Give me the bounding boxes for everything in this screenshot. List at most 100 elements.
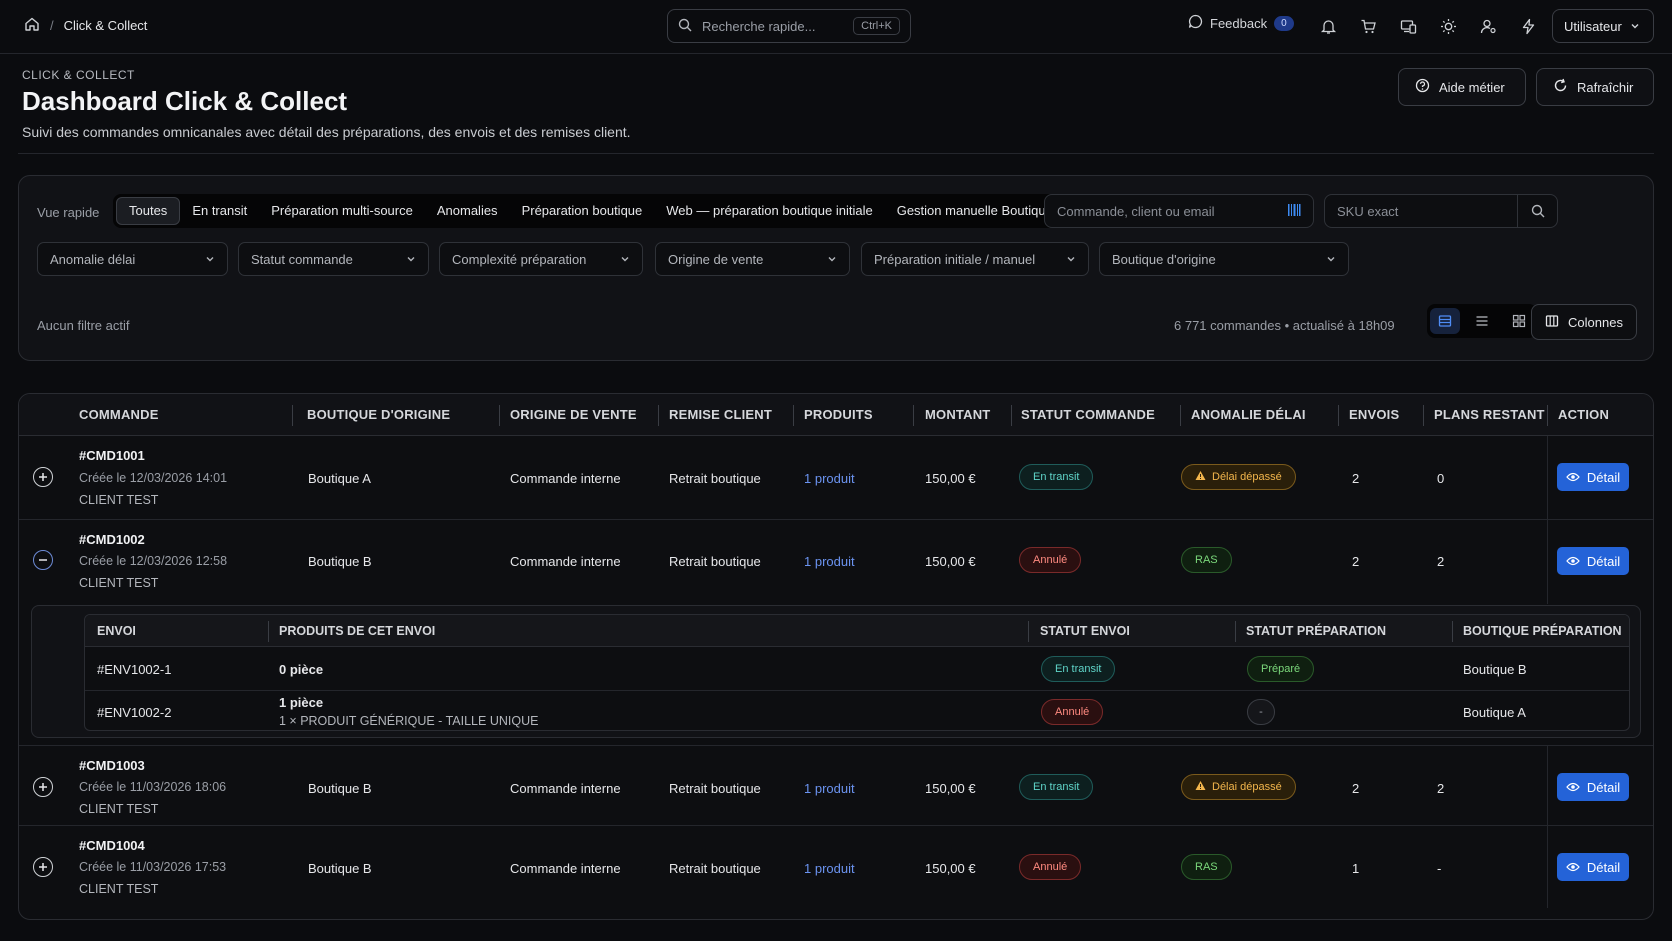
table-header: Commande Boutique d'origine Origine de v…: [19, 394, 1653, 436]
quick-view-anomalies[interactable]: Anomalies: [425, 197, 510, 225]
order-id[interactable]: #CMD1001: [79, 448, 145, 463]
collapse-row-button[interactable]: [33, 550, 53, 570]
warning-icon: [1195, 780, 1206, 794]
grid-view-icon[interactable]: [1504, 308, 1534, 334]
prep-status-badge: -: [1247, 699, 1275, 725]
devices-icon[interactable]: [1398, 16, 1418, 36]
column-header-action: Action: [1558, 407, 1610, 422]
help-button[interactable]: Aide métier: [1398, 68, 1526, 106]
column-header-delay-anomaly[interactable]: Anomalie délai: [1191, 394, 1306, 436]
column-header-order[interactable]: Commande: [79, 394, 159, 436]
expand-row-button[interactable]: [33, 857, 53, 877]
column-divider: [1028, 621, 1029, 642]
order-search-input[interactable]: Commande, client ou email: [1044, 194, 1314, 228]
select-initial-prep[interactable]: Préparation initiale / manuel: [861, 242, 1089, 276]
user-settings-icon[interactable]: [1478, 16, 1498, 36]
products-link[interactable]: 1 produit: [804, 471, 855, 486]
products-link[interactable]: 1 produit: [804, 554, 855, 569]
expand-row-button[interactable]: [33, 777, 53, 797]
order-amount: 150,00 €: [925, 861, 976, 876]
order-amount: 150,00 €: [925, 471, 976, 486]
list-view-icon[interactable]: [1467, 308, 1497, 334]
column-header-prep-status: Statut préparation: [1246, 624, 1387, 638]
sku-search-input[interactable]: SKU exact: [1324, 194, 1558, 228]
quick-search[interactable]: Recherche rapide... Ctrl+K: [667, 9, 911, 43]
barcode-icon[interactable]: [1287, 202, 1301, 221]
column-header-shipment-products: Produits de cet envoi: [279, 624, 436, 638]
origin-store: Boutique B: [308, 861, 372, 876]
refresh-button[interactable]: Rafraîchir: [1536, 68, 1654, 106]
quick-view-store-prep[interactable]: Préparation boutique: [510, 197, 655, 225]
quick-view-manual-store[interactable]: Gestion manuelle Boutique: [885, 197, 1065, 225]
detail-button[interactable]: Détail: [1557, 463, 1629, 491]
column-header-order-status[interactable]: Statut commande: [1021, 394, 1155, 436]
user-menu-button[interactable]: Utilisateur: [1552, 9, 1654, 43]
column-header-shipments[interactable]: Envois: [1349, 394, 1399, 436]
column-header-amount[interactable]: Montant: [925, 394, 990, 436]
quick-view-all[interactable]: Toutes: [116, 197, 181, 225]
shipment-id: #ENV1002-2: [97, 705, 172, 720]
quick-view-web-store-prep[interactable]: Web — préparation boutique initiale: [654, 197, 884, 225]
select-sales-origin[interactable]: Origine de vente: [655, 242, 850, 276]
order-client: CLIENT TEST: [79, 493, 159, 507]
delay-anomaly-text: Délai dépassé: [1212, 781, 1282, 793]
select-prep-complexity[interactable]: Complexité préparation: [439, 242, 643, 276]
delay-anomaly-badge: Délai dépassé: [1181, 464, 1296, 490]
quick-view-tabs: Toutes En transit Préparation multi-sour…: [113, 194, 1068, 228]
expand-row-button[interactable]: [33, 467, 53, 487]
table-row-expanded[interactable]: #CMD1002 Créée le 12/03/2026 12:58 CLIEN…: [19, 520, 1653, 746]
select-delay-anomaly[interactable]: Anomalie délai: [37, 242, 228, 276]
eye-icon: [1566, 470, 1580, 485]
detail-button[interactable]: Détail: [1557, 773, 1629, 801]
table-row[interactable]: #CMD1004 Créée le 11/03/2026 17:53 CLIEN…: [19, 826, 1653, 908]
column-header-delivery[interactable]: Remise client: [669, 394, 772, 436]
quick-view-multi-source[interactable]: Préparation multi-source: [259, 197, 425, 225]
column-divider: [1338, 405, 1339, 426]
shipment-products: 0 pièce: [279, 662, 324, 677]
shipments-table: Envoi Produits de cet envoi Statut envoi…: [84, 614, 1630, 731]
select-order-status[interactable]: Statut commande: [238, 242, 429, 276]
delay-anomaly-badge: RAS: [1181, 547, 1232, 573]
filters-panel: Vue rapide Toutes En transit Préparation…: [18, 175, 1654, 361]
page-title: Dashboard Click & Collect: [22, 86, 348, 116]
home-icon[interactable]: [24, 16, 40, 35]
order-id[interactable]: #CMD1003: [79, 758, 145, 773]
sku-placeholder: SKU exact: [1337, 203, 1399, 219]
help-label: Aide métier: [1439, 79, 1505, 95]
column-header-origin-store[interactable]: Boutique d'origine: [307, 394, 450, 436]
order-id[interactable]: #CMD1004: [79, 838, 145, 853]
active-filters-text: Aucun filtre actif: [37, 318, 130, 333]
shipments-table-header: Envoi Produits de cet envoi Statut envoi…: [85, 615, 1629, 647]
lightning-icon[interactable]: [1518, 16, 1538, 36]
order-id[interactable]: #CMD1002: [79, 532, 145, 547]
select-initial-prep-value: Préparation initiale / manuel: [874, 251, 1036, 267]
detail-button[interactable]: Détail: [1557, 547, 1629, 575]
table-row[interactable]: #CMD1003 Créée le 11/03/2026 18:06 CLIEN…: [19, 746, 1653, 826]
compact-view-icon[interactable]: [1430, 308, 1461, 334]
delivery-mode: Retrait boutique: [669, 471, 761, 486]
prep-status-badge: Préparé: [1247, 656, 1315, 682]
eye-icon: [1566, 860, 1580, 875]
column-divider: [793, 405, 794, 426]
column-header-sales-origin[interactable]: Origine de vente: [510, 394, 637, 436]
quick-view-in-transit[interactable]: En transit: [180, 197, 259, 225]
chevron-down-icon: [1326, 252, 1336, 267]
order-status-badge: En transit: [1019, 774, 1094, 800]
select-origin-store[interactable]: Boutique d'origine: [1099, 242, 1349, 276]
cart-icon[interactable]: [1358, 16, 1378, 36]
table-row[interactable]: #CMD1001 Créée le 12/03/2026 14:01 CLIEN…: [19, 436, 1653, 520]
column-header-remaining-plans[interactable]: Plans restant: [1434, 394, 1545, 436]
shipments-count: 2: [1352, 471, 1360, 486]
column-header-products[interactable]: Produits: [804, 394, 873, 436]
detail-button[interactable]: Détail: [1557, 853, 1629, 881]
sku-search-icon[interactable]: [1517, 195, 1557, 227]
feedback-button[interactable]: Feedback 0: [1188, 14, 1294, 32]
chat-icon: [1188, 14, 1203, 32]
sun-icon[interactable]: [1438, 16, 1458, 36]
columns-button[interactable]: Colonnes: [1531, 304, 1637, 340]
orders-table: Commande Boutique d'origine Origine de v…: [18, 393, 1654, 920]
bell-icon[interactable]: [1318, 16, 1338, 36]
shipments-panel: Envoi Produits de cet envoi Statut envoi…: [31, 605, 1641, 738]
products-link[interactable]: 1 produit: [804, 861, 855, 876]
products-link[interactable]: 1 produit: [804, 781, 855, 796]
